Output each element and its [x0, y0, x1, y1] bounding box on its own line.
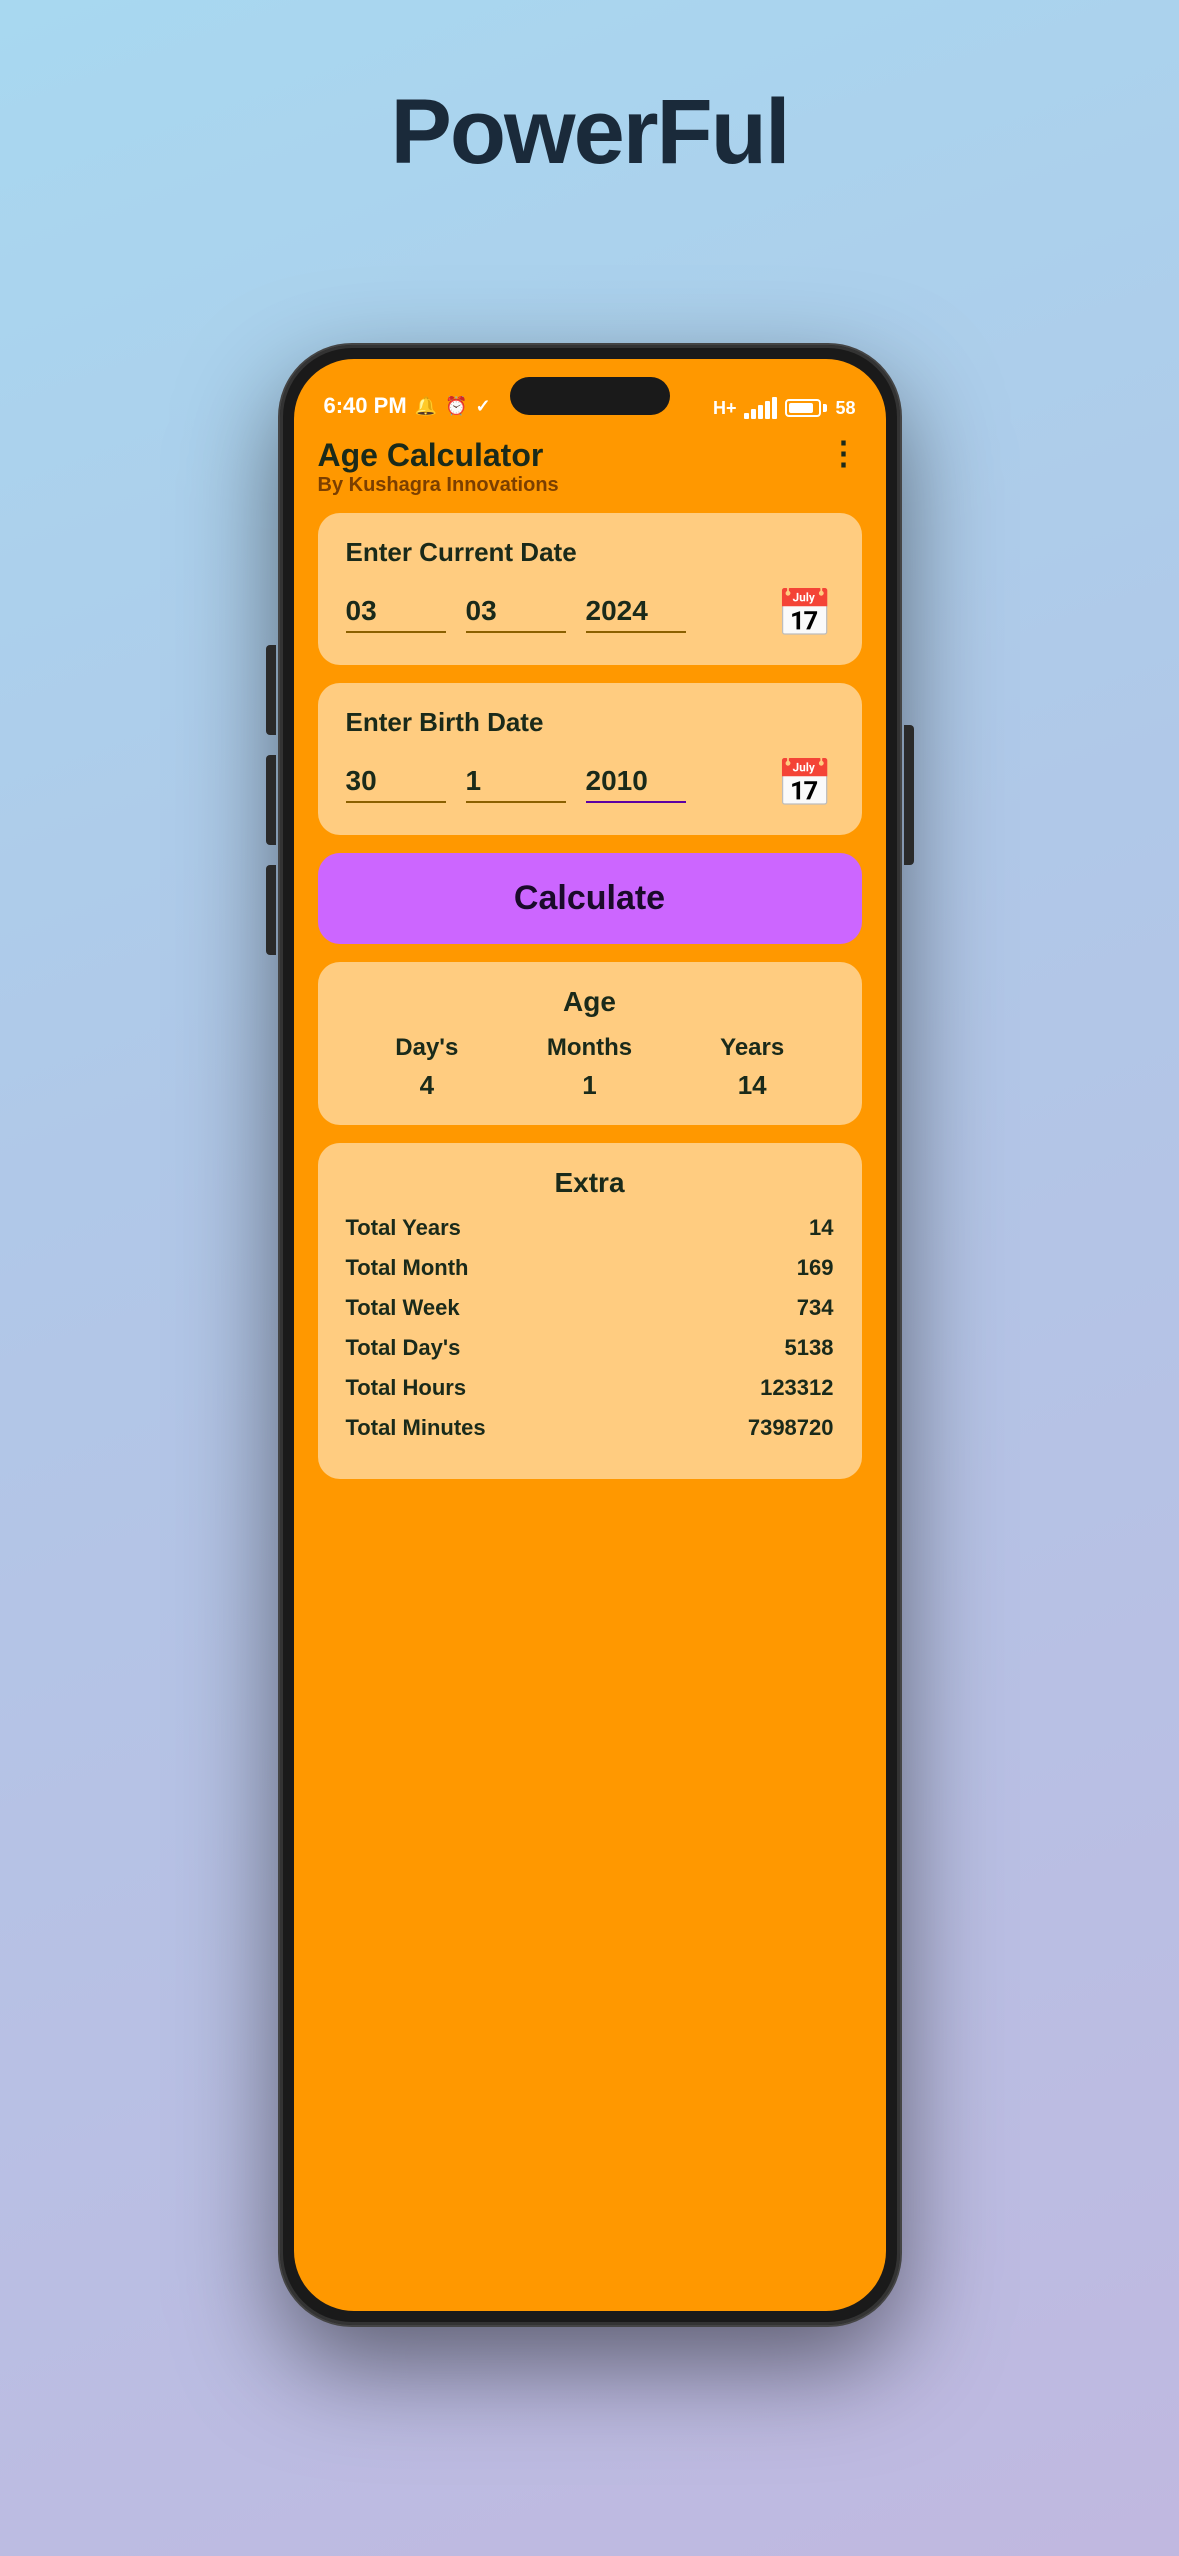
calculate-button[interactable]: Calculate [318, 853, 862, 944]
alarm-icon: 🔔 [415, 396, 437, 417]
years-value: 14 [671, 1070, 834, 1101]
signal-bars [744, 397, 777, 419]
current-year-field[interactable]: 2024 [586, 595, 686, 633]
extra-row-5: Total Minutes 7398720 [346, 1415, 834, 1441]
birth-date-row: 30 1 2010 📅 [346, 756, 834, 811]
extra-label-4: Total Hours [346, 1375, 467, 1401]
extra-value-1: 169 [797, 1255, 834, 1281]
network-type: H+ [713, 398, 737, 419]
age-table-values: 4 1 14 [346, 1070, 834, 1101]
extra-value-0: 14 [809, 1215, 833, 1241]
battery-indicator [785, 399, 827, 417]
check-icon: ✓ [476, 396, 491, 417]
birth-day-value: 30 [346, 765, 446, 803]
age-table-header: Day's Months Years [346, 1034, 834, 1062]
extra-row-3: Total Day's 5138 [346, 1335, 834, 1361]
phone-mockup: 6:40 PM 🔔 ⏰ ✓ H+ [280, 345, 900, 2325]
age-result-card: Age Day's Months Years 4 1 14 [318, 962, 862, 1125]
months-column-header: Months [508, 1034, 671, 1062]
current-date-title: Enter Current Date [346, 537, 834, 568]
age-table: Day's Months Years 4 1 14 [346, 1034, 834, 1101]
menu-button[interactable]: ⋮ [828, 437, 862, 469]
calculate-button-label: Calculate [514, 879, 665, 917]
extra-value-2: 734 [797, 1295, 834, 1321]
battery-tip [823, 404, 827, 412]
birth-date-calendar-icon[interactable]: 📅 [776, 756, 833, 811]
clock-icon: ⏰ [445, 396, 467, 417]
birth-day-field[interactable]: 30 [346, 765, 446, 803]
birth-year-value: 2010 [586, 765, 686, 803]
extra-row-0: Total Years 14 [346, 1215, 834, 1241]
extra-label-3: Total Day's [346, 1335, 461, 1361]
current-day-value: 03 [346, 595, 446, 633]
extra-rows: Total Years 14 Total Month 169 Total Week 734… [346, 1215, 834, 1441]
app-title: Age Calculator [318, 437, 559, 474]
battery-fill [789, 403, 813, 413]
page-title: PowerFul [390, 80, 788, 185]
dynamic-island [510, 377, 670, 415]
days-column-header: Day's [346, 1034, 509, 1062]
status-icons: H+ 58 [713, 397, 856, 419]
years-column-header: Years [671, 1034, 834, 1062]
extra-label-0: Total Years [346, 1215, 461, 1241]
app-header: Age Calculator By Kushagra Innovations ⋮ [318, 429, 862, 513]
current-month-value: 03 [466, 595, 566, 633]
extra-label-1: Total Month [346, 1255, 469, 1281]
birth-month-value: 1 [466, 765, 566, 803]
current-month-field[interactable]: 03 [466, 595, 566, 633]
current-date-calendar-icon[interactable]: 📅 [776, 586, 833, 641]
extra-label-2: Total Week [346, 1295, 460, 1321]
current-date-row: 03 03 2024 📅 [346, 586, 834, 641]
current-date-card: Enter Current Date 03 03 2024 📅 [318, 513, 862, 665]
extra-row-2: Total Week 734 [346, 1295, 834, 1321]
app-subtitle: By Kushagra Innovations [318, 474, 559, 497]
extra-row-1: Total Month 169 [346, 1255, 834, 1281]
app-title-block: Age Calculator By Kushagra Innovations [318, 437, 559, 497]
extra-row-4: Total Hours 123312 [346, 1375, 834, 1401]
app-content: Age Calculator By Kushagra Innovations ⋮… [294, 429, 886, 2311]
extra-value-4: 123312 [760, 1375, 833, 1401]
birth-date-title: Enter Birth Date [346, 707, 834, 738]
status-time: 6:40 PM 🔔 ⏰ ✓ [324, 393, 491, 419]
time-display: 6:40 PM [324, 393, 407, 419]
current-day-field[interactable]: 03 [346, 595, 446, 633]
phone-screen: 6:40 PM 🔔 ⏰ ✓ H+ [294, 359, 886, 2311]
age-result-title: Age [346, 986, 834, 1018]
birth-year-field[interactable]: 2010 [586, 765, 686, 803]
extra-label-5: Total Minutes [346, 1415, 486, 1441]
days-value: 4 [346, 1070, 509, 1101]
extra-value-3: 5138 [785, 1335, 834, 1361]
extra-card: Extra Total Years 14 Total Month 169 Total W… [318, 1143, 862, 1479]
battery-percent: 58 [835, 398, 855, 419]
extra-value-5: 7398720 [748, 1415, 834, 1441]
birth-month-field[interactable]: 1 [466, 765, 566, 803]
months-value: 1 [508, 1070, 671, 1101]
extra-title: Extra [346, 1167, 834, 1199]
birth-date-card: Enter Birth Date 30 1 2010 📅 [318, 683, 862, 835]
current-year-value: 2024 [586, 595, 686, 633]
